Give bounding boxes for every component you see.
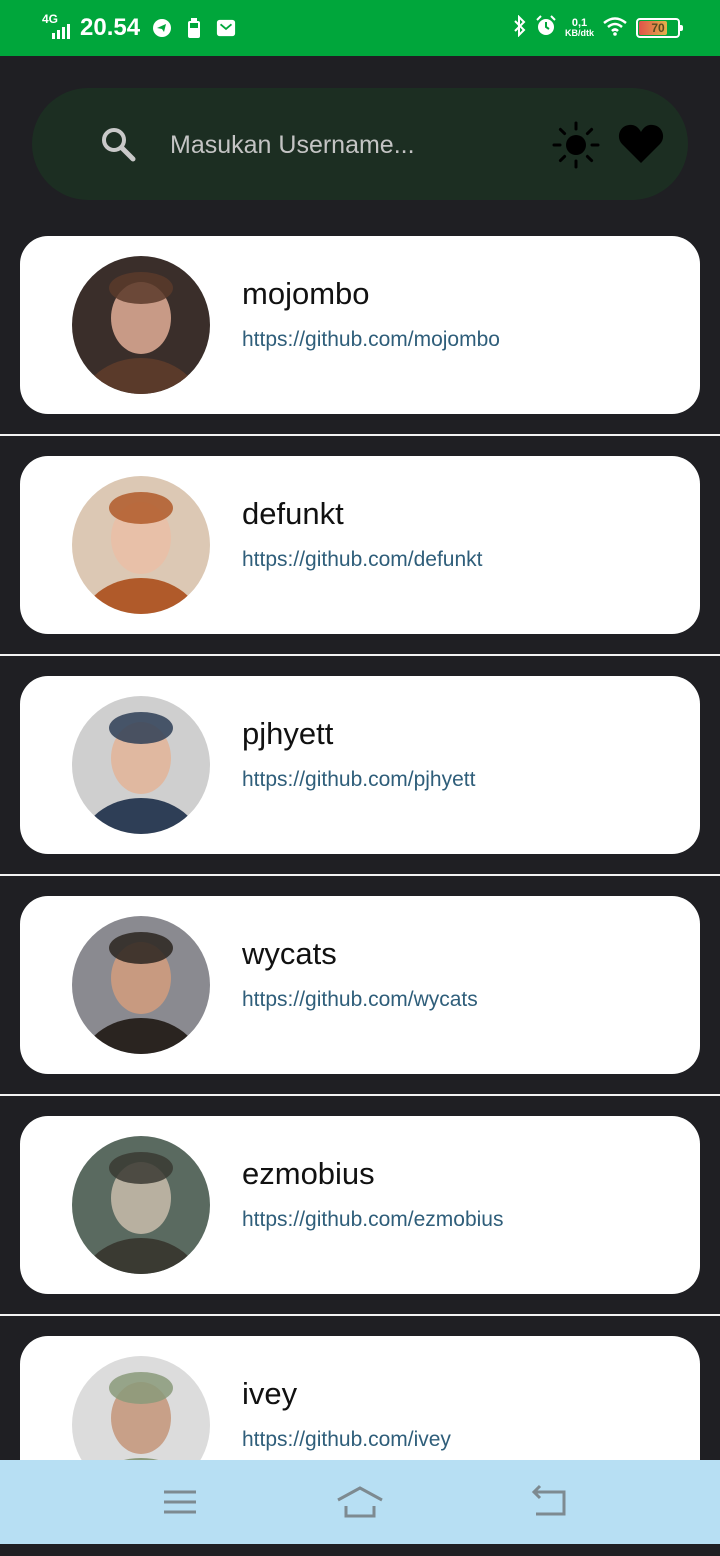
battery-saver-icon <box>184 18 204 38</box>
back-icon[interactable] <box>526 1478 574 1526</box>
sun-icon[interactable] <box>552 121 600 169</box>
avatar <box>72 476 210 614</box>
battery-icon: 70 <box>636 18 683 38</box>
profile-url[interactable]: https://github.com/defunkt <box>242 548 482 572</box>
signal-icon: 4G <box>40 13 76 43</box>
search-input[interactable] <box>168 122 532 168</box>
username: mojombo <box>242 276 370 311</box>
search-icon[interactable] <box>98 124 138 164</box>
divider <box>0 874 720 876</box>
gmail-icon <box>216 18 236 38</box>
list-item: ezmobius https://github.com/ezmobius <box>0 1116 720 1336</box>
menu-icon[interactable] <box>156 1478 204 1526</box>
profile-url[interactable]: https://github.com/ivey <box>242 1428 451 1452</box>
username: wycats <box>242 936 337 971</box>
avatar <box>72 696 210 834</box>
wifi-icon <box>602 16 628 41</box>
username: ezmobius <box>242 1156 375 1191</box>
username: defunkt <box>242 496 344 531</box>
heart-icon[interactable] <box>618 123 664 165</box>
status-time: 20.54 <box>80 14 141 41</box>
divider <box>0 1094 720 1096</box>
divider <box>0 654 720 656</box>
divider <box>0 1314 720 1316</box>
profile-url[interactable]: https://github.com/mojombo <box>242 328 500 352</box>
navigation-bar <box>0 1460 720 1544</box>
user-card[interactable]: mojombo https://github.com/mojombo <box>20 236 700 414</box>
alarm-icon <box>535 14 557 42</box>
user-card[interactable]: wycats https://github.com/wycats <box>20 896 700 1074</box>
username: pjhyett <box>242 716 334 751</box>
divider <box>0 434 720 436</box>
avatar <box>72 916 210 1054</box>
list-item: mojombo https://github.com/mojombo <box>0 236 720 456</box>
telegram-icon <box>152 18 172 38</box>
bluetooth-icon <box>513 14 527 42</box>
user-list: mojombo https://github.com/mojombo defunkt… <box>0 236 720 1556</box>
profile-url[interactable]: https://github.com/ezmobius <box>242 1208 503 1232</box>
home-icon[interactable] <box>336 1478 384 1526</box>
avatar <box>72 1136 210 1274</box>
list-item: defunkt https://github.com/defunkt <box>0 456 720 676</box>
username: ivey <box>242 1376 298 1411</box>
user-card[interactable]: defunkt https://github.com/defunkt <box>20 456 700 634</box>
search-bar <box>32 88 688 200</box>
profile-url[interactable]: https://github.com/pjhyett <box>242 768 475 792</box>
user-card[interactable]: pjhyett https://github.com/pjhyett <box>20 676 700 854</box>
status-bar: 4G 20.54 0,1 KB/dtk 70 <box>0 0 720 56</box>
avatar <box>72 256 210 394</box>
profile-url[interactable]: https://github.com/wycats <box>242 988 478 1012</box>
network-speed: 0,1 KB/dtk <box>565 17 594 39</box>
list-item: pjhyett https://github.com/pjhyett <box>0 676 720 896</box>
user-card[interactable]: ezmobius https://github.com/ezmobius <box>20 1116 700 1294</box>
list-item: wycats https://github.com/wycats <box>0 896 720 1116</box>
